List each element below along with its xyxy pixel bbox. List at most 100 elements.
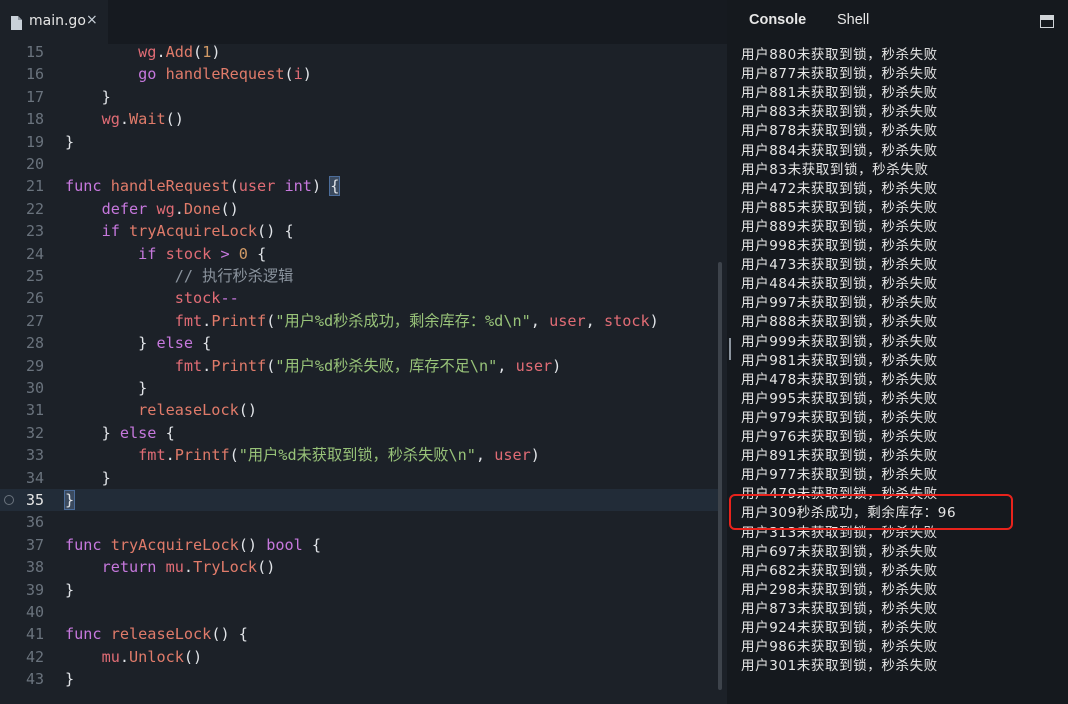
code-text: fmt.Printf("用户%d秒杀失败，库存不足\n", user): [65, 355, 562, 377]
code-token: fmt: [174, 311, 203, 330]
tab-shell[interactable]: Shell: [837, 12, 869, 28]
code-text: stock--: [65, 287, 239, 309]
code-line[interactable]: 32 } else {: [0, 422, 720, 444]
line-number: 26: [25, 289, 44, 308]
code-line[interactable]: 37 func tryAcquireLock() bool {: [0, 534, 720, 556]
line-number: 22: [25, 199, 44, 218]
code-token: "用户%d秒杀成功，剩余库存：%d\n": [275, 311, 531, 330]
code-line[interactable]: 34 }: [0, 467, 720, 489]
code-line[interactable]: 23 if tryAcquireLock() {: [0, 220, 720, 242]
code-token: }: [65, 580, 75, 599]
line-number: 36: [25, 513, 44, 532]
code-text: return mu.TryLock(): [65, 556, 276, 578]
code-line[interactable]: 35}: [0, 489, 720, 511]
code-line[interactable]: 28 } else {: [0, 332, 720, 354]
line-number: 28: [25, 334, 44, 353]
code-token: .: [174, 199, 184, 218]
maximize-icon[interactable]: [1040, 15, 1054, 28]
console-line: 用户977未获取到锁，秒杀失败: [741, 467, 938, 484]
code-text: }: [65, 377, 147, 399]
code-text: fmt.Printf("用户%d未获取到锁，秒杀失败\n", user): [65, 444, 540, 466]
code-token: func: [65, 177, 102, 196]
code-token: fmt: [138, 446, 166, 465]
code-line[interactable]: 24 if stock > 0 {: [0, 243, 720, 265]
code-token: Add: [165, 43, 194, 61]
code-token: () {: [211, 625, 248, 644]
line-number: 32: [25, 423, 44, 442]
code-token: (: [193, 43, 203, 61]
code-token: {: [247, 244, 267, 263]
code-token: stock: [603, 311, 650, 330]
code-line[interactable]: 15 wg.Add(1): [0, 41, 720, 63]
console-line: 用户981未获取到锁，秒杀失败: [741, 352, 938, 369]
code-text: func tryAcquireLock() bool {: [65, 534, 321, 556]
console-line: 用户301未获取到锁，秒杀失败: [741, 658, 938, 675]
console-line: 用户478未获取到锁，秒杀失败: [741, 371, 938, 388]
code-line[interactable]: 21 func handleRequest(user int) {: [0, 175, 720, 197]
code-line[interactable]: 20: [0, 153, 720, 175]
line-number: 35: [25, 491, 44, 509]
code-token: releaseLock: [110, 625, 212, 644]
code-token: --: [220, 289, 239, 308]
code-line[interactable]: 25 // 执行秒杀逻辑: [0, 265, 720, 287]
code-text: func releaseLock() {: [65, 623, 248, 645]
code-line[interactable]: 33 fmt.Printf("用户%d未获取到锁，秒杀失败\n", user): [0, 444, 720, 466]
code-token: .: [156, 43, 166, 61]
close-icon[interactable]: ×: [86, 12, 98, 28]
drag-handle[interactable]: [729, 338, 731, 360]
code-text: if tryAcquireLock() {: [65, 220, 294, 242]
code-text: // 执行秒杀逻辑: [65, 265, 294, 287]
code-line[interactable]: 16 go handleRequest(i): [0, 63, 720, 85]
code-line[interactable]: 41 func releaseLock() {: [0, 623, 720, 645]
code-token: (): [183, 647, 203, 666]
code-token: if: [138, 244, 157, 263]
tab-main-go[interactable]: main.go ×: [0, 0, 108, 45]
code-line[interactable]: 43}: [0, 668, 720, 690]
code-token: {: [156, 423, 175, 442]
code-token: user: [494, 446, 531, 465]
code-line[interactable]: 17 }: [0, 86, 720, 108]
editor-scrollbar[interactable]: [718, 262, 722, 690]
code-token: Printf: [211, 356, 267, 375]
code-token: user: [549, 311, 586, 330]
code-line[interactable]: 29 fmt.Printf("用户%d秒杀失败，库存不足\n", user): [0, 355, 720, 377]
code-text: } else {: [65, 422, 175, 444]
console-line: 用户889未获取到锁，秒杀失败: [741, 218, 938, 235]
code-token: fmt: [174, 356, 203, 375]
line-number: 39: [25, 580, 44, 599]
code-token: {: [302, 535, 322, 554]
code-line[interactable]: 27 fmt.Printf("用户%d秒杀成功，剩余库存：%d\n", user…: [0, 310, 720, 332]
console-line: 用户997未获取到锁，秒杀失败: [741, 295, 938, 312]
code-token: .: [202, 311, 212, 330]
code-line[interactable]: 19}: [0, 131, 720, 153]
code-line[interactable]: 22 defer wg.Done(): [0, 198, 720, 220]
code-token: .: [202, 356, 212, 375]
code-line[interactable]: 42 mu.Unlock(): [0, 646, 720, 668]
code-token: (): [220, 199, 239, 218]
code-text: }: [65, 579, 74, 601]
code-line[interactable]: 39}: [0, 579, 720, 601]
line-number: 25: [25, 267, 44, 285]
code-line[interactable]: 40: [0, 601, 720, 623]
code-line[interactable]: 36: [0, 511, 720, 533]
code-line[interactable]: 31 releaseLock(): [0, 399, 720, 421]
code-line[interactable]: 26 stock--: [0, 287, 720, 309]
code-line[interactable]: 30 }: [0, 377, 720, 399]
code-line[interactable]: 38 return mu.TryLock(): [0, 556, 720, 578]
code-line[interactable]: 18 wg.Wait(): [0, 108, 720, 130]
code-editor[interactable]: main.go × 15 wg.Add(1) 16 go handleReques…: [0, 0, 727, 704]
code-token: mu: [101, 647, 120, 666]
code-token: TryLock: [193, 558, 258, 577]
tab-console[interactable]: Console: [749, 12, 806, 28]
code-token: ): [530, 446, 540, 465]
console-line: 用户888未获取到锁，秒杀失败: [741, 314, 938, 331]
code-token: int: [284, 177, 312, 196]
code-token: ,: [585, 311, 604, 330]
console-line: 用户881未获取到锁，秒杀失败: [741, 85, 938, 102]
console-line: 用户697未获取到锁，秒杀失败: [741, 543, 938, 560]
